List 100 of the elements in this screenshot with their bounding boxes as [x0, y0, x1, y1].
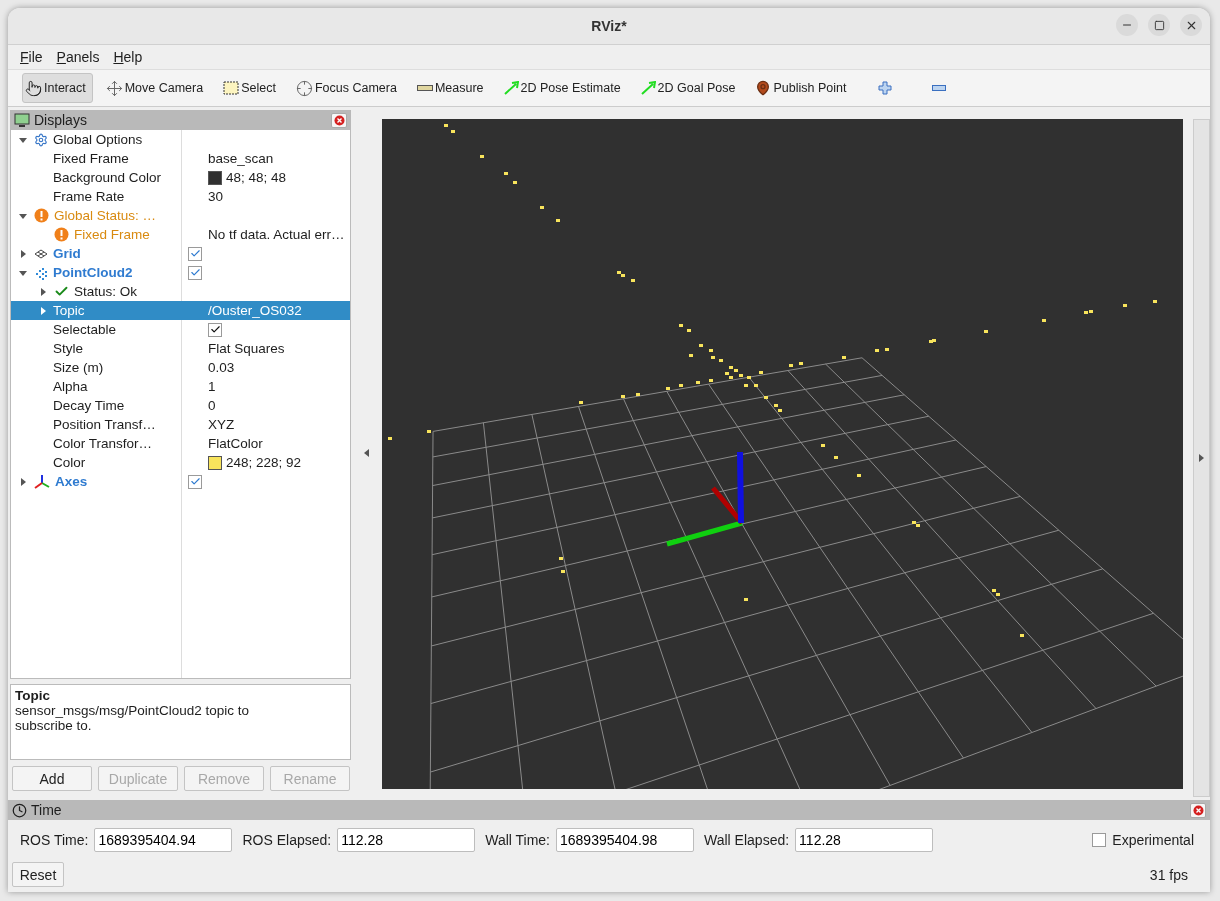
- property-name: Background Color: [53, 170, 162, 185]
- tree-row[interactable]: Decay Time 0: [11, 396, 351, 415]
- expand-arrow-icon[interactable]: [19, 477, 27, 486]
- tree-row[interactable]: Style Flat Squares: [11, 339, 351, 358]
- property-name: Decay Time: [53, 398, 125, 413]
- warning-icon: [34, 208, 49, 223]
- property-value: 30: [208, 189, 224, 204]
- pin-icon: [755, 80, 772, 96]
- time-field[interactable]: 112.28: [795, 828, 934, 852]
- tool-button[interactable]: Publish Point: [752, 73, 854, 103]
- tree-row[interactable]: Selectable: [11, 320, 351, 339]
- fps-readout: 31 fps: [1149, 866, 1188, 883]
- property-name: PointCloud2: [53, 265, 133, 280]
- time-field[interactable]: 1689395404.98: [556, 828, 694, 852]
- ruler-icon: [416, 84, 433, 92]
- expand-arrow-icon[interactable]: [39, 287, 47, 296]
- property-value: 0: [208, 398, 216, 413]
- menu-item[interactable]: File: [20, 49, 43, 65]
- field-label: ROS Time:: [20, 832, 89, 848]
- reset-button[interactable]: Reset: [12, 862, 64, 887]
- property-name: Position Transf…: [53, 417, 156, 432]
- tree-row[interactable]: Axes: [11, 472, 351, 491]
- tool-button[interactable]: Measure: [413, 73, 491, 103]
- property-value: /Ouster_OS032: [208, 303, 302, 318]
- close-button[interactable]: [331, 112, 348, 128]
- property-name: Fixed Frame: [74, 227, 150, 242]
- tree-row[interactable]: Size (m) 0.03: [11, 358, 351, 377]
- panel-button[interactable]: Add: [12, 766, 92, 791]
- tree-row[interactable]: Color Transfor… FlatColor: [11, 434, 351, 453]
- property-name: Color Transfor…: [53, 436, 153, 451]
- checkbox[interactable]: [188, 265, 202, 280]
- arrow-icon: [640, 81, 656, 95]
- checkbox[interactable]: [188, 246, 202, 261]
- tree-row[interactable]: Status: Ok: [11, 282, 351, 301]
- window-title: RViz*: [591, 18, 627, 34]
- close-button[interactable]: [1180, 14, 1202, 36]
- monitor-icon: [14, 112, 30, 128]
- tree-row[interactable]: Frame Rate 30: [11, 187, 351, 206]
- property-name: Topic: [53, 303, 85, 318]
- expand-arrow-icon[interactable]: [39, 306, 47, 315]
- property-name: Alpha: [53, 379, 88, 394]
- property-value: 248; 228; 92: [226, 455, 302, 470]
- tree-row[interactable]: Global Options: [11, 130, 351, 149]
- close-button[interactable]: [1190, 802, 1206, 818]
- axes-icon: [34, 473, 50, 490]
- property-name: Fixed Frame: [53, 151, 129, 166]
- collapse-arrow-icon[interactable]: [19, 268, 27, 277]
- color-swatch[interactable]: [208, 455, 222, 470]
- experimental-checkbox[interactable]: Experimental: [1092, 832, 1194, 848]
- property-name: Size (m): [53, 360, 104, 375]
- description-text: sensor_msgs/msg/PointCloud2 topic to subscribe to.: [15, 703, 251, 733]
- tool-button[interactable]: 2D Goal Pose: [637, 73, 743, 103]
- tree-row[interactable]: Background Color 48; 48; 48: [11, 168, 351, 187]
- move-icon: [105, 79, 123, 97]
- collapse-arrow-icon[interactable]: [19, 211, 27, 220]
- selection-icon: [223, 81, 240, 95]
- panel-title: Time: [31, 802, 63, 818]
- tree-row[interactable]: Position Transf… XYZ: [11, 415, 351, 434]
- field-label: Wall Time:: [485, 832, 550, 848]
- panel-title: Displays: [34, 112, 88, 128]
- checkbox[interactable]: [208, 322, 222, 337]
- tree-row[interactable]: Color 248; 228; 92: [11, 453, 351, 472]
- tool-button[interactable]: Interact: [22, 73, 93, 103]
- tool-button[interactable]: Select: [220, 73, 283, 103]
- time-field[interactable]: 1689395404.94: [94, 828, 233, 852]
- property-name: Axes: [55, 474, 88, 489]
- property-name: Color: [53, 455, 86, 470]
- minus-icon: [932, 85, 947, 91]
- tree-row[interactable]: Topic /Ouster_OS032: [11, 301, 351, 320]
- gear-icon: [34, 132, 48, 147]
- property-name: Selectable: [53, 322, 117, 337]
- tree-row[interactable]: Alpha 1: [11, 377, 351, 396]
- collapse-handle[interactable]: [1193, 119, 1210, 797]
- time-field[interactable]: 112.28: [337, 828, 476, 852]
- tree-row[interactable]: Fixed Frame No tf data. Actual err…: [11, 225, 351, 244]
- property-value: Flat Squares: [208, 341, 285, 356]
- description-title: Topic: [15, 688, 51, 703]
- color-swatch[interactable]: [208, 170, 222, 185]
- tool-button[interactable]: Move Camera: [102, 73, 211, 103]
- tree-row[interactable]: Fixed Frame base_scan: [11, 149, 351, 168]
- property-value: 1: [208, 379, 216, 394]
- warning-icon: [54, 227, 69, 242]
- checkbox[interactable]: [188, 474, 202, 489]
- expand-arrow-icon[interactable]: [19, 249, 27, 258]
- collapse-arrow-icon[interactable]: [19, 135, 27, 144]
- property-value: 0.03: [208, 360, 235, 375]
- property-value: XYZ: [208, 417, 235, 432]
- property-value: FlatColor: [208, 436, 263, 451]
- grid-icon: [34, 248, 48, 259]
- tool-button[interactable]: Focus Camera: [292, 73, 404, 103]
- tool-button[interactable]: 2D Pose Estimate: [500, 73, 628, 103]
- minimize-button[interactable]: [1116, 14, 1138, 36]
- menu-item[interactable]: Panels: [56, 49, 100, 65]
- tree-row[interactable]: PointCloud2: [11, 263, 351, 282]
- property-name: Frame Rate: [53, 189, 125, 204]
- tree-row[interactable]: Grid: [11, 244, 351, 263]
- menu-item[interactable]: Help: [113, 49, 143, 65]
- property-name: Status: Ok: [74, 284, 138, 299]
- maximize-button[interactable]: [1148, 14, 1170, 36]
- property-name: Global Options: [53, 132, 143, 147]
